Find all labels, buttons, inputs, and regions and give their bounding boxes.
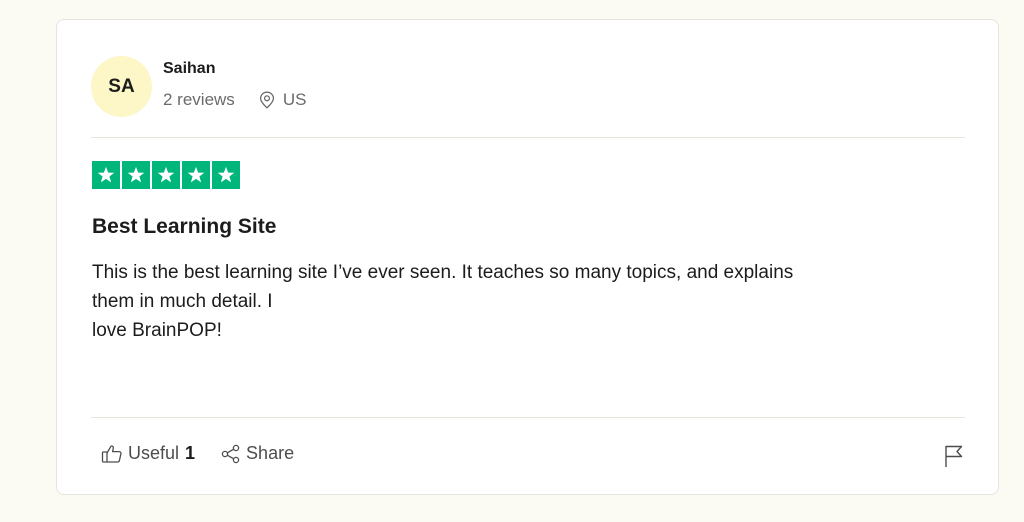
share-label: Share: [246, 443, 295, 463]
review-body-line: love BrainPOP!: [92, 320, 222, 341]
useful-count: 1: [185, 443, 196, 463]
flag-icon: [945, 445, 963, 467]
star-box: [92, 161, 120, 189]
thumbs-up-icon: [101, 444, 122, 463]
review-body: This is the best learning site I’ve ever…: [92, 258, 962, 345]
location-pin-icon: [259, 91, 274, 109]
review-count: 2 reviews: [163, 90, 235, 109]
review-card: SA Saihan 2 reviews US Best Learning Sit…: [56, 19, 999, 495]
report-button[interactable]: [944, 444, 964, 473]
star-icon: [157, 166, 175, 183]
divider: [91, 417, 965, 418]
review-body-line: This is the best learning site I’ve ever…: [92, 262, 794, 283]
star-box: [122, 161, 150, 189]
reviewer-name[interactable]: Saihan: [163, 60, 215, 78]
star-box: [152, 161, 180, 189]
useful-button[interactable]: Useful 1: [101, 443, 195, 464]
star-box: [182, 161, 210, 189]
star-icon: [187, 166, 205, 183]
review-body-line: them in much detail. I: [92, 291, 273, 312]
star-icon: [97, 166, 115, 183]
review-actions: Useful 1 Share: [101, 443, 294, 464]
avatar[interactable]: SA: [91, 56, 152, 117]
star-icon: [217, 166, 235, 183]
divider: [91, 137, 965, 138]
star-rating: [92, 161, 240, 189]
star-box: [212, 161, 240, 189]
useful-label: Useful: [128, 443, 180, 463]
share-button[interactable]: Share: [221, 443, 294, 464]
reviewer-meta: 2 reviews US: [163, 90, 306, 110]
share-icon: [221, 444, 240, 463]
avatar-initials: SA: [108, 75, 135, 97]
reviewer-location: US: [259, 90, 307, 110]
country-label: US: [282, 90, 307, 109]
star-icon: [127, 166, 145, 183]
review-title[interactable]: Best Learning Site: [92, 215, 276, 239]
